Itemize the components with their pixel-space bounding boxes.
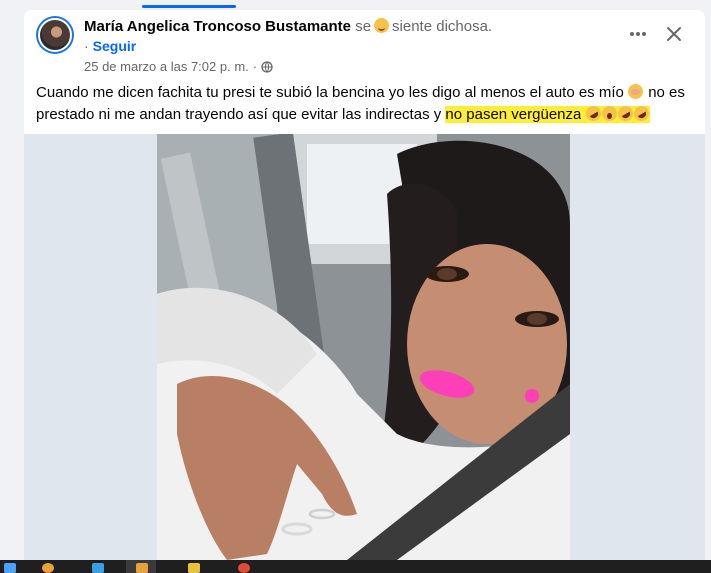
- feeling-prefix: se: [355, 18, 372, 35]
- avatar-image: [38, 18, 72, 52]
- folder-icon[interactable]: [188, 563, 200, 573]
- follow-button[interactable]: Seguir: [93, 38, 137, 54]
- follow-row: · Seguir: [84, 38, 136, 54]
- rolling-on-floor-laughing-icon: [582, 103, 604, 124]
- smiling-face-icon: [374, 18, 390, 33]
- post-text-part1: Cuando me dicen fachita tu presi te subi…: [36, 84, 624, 101]
- yawning-face-icon: [601, 106, 617, 121]
- globe-icon[interactable]: [261, 60, 273, 73]
- tab-indicator-strip: [0, 0, 711, 8]
- post-card: María Angelica Troncoso Bustamante se sie…: [24, 10, 705, 560]
- post-meta: 25 de marzo a las 7:02 p. m. ·: [84, 59, 273, 74]
- post-header: María Angelica Troncoso Bustamante se sie…: [84, 18, 492, 35]
- feeling-text: siente dichosa.: [392, 18, 493, 35]
- chrome-icon[interactable]: [42, 563, 54, 573]
- highlighted-text: no pasen vergüenza: [445, 106, 582, 123]
- windows-start-icon[interactable]: [4, 563, 16, 573]
- selfie-illustration: [157, 134, 570, 560]
- follow-dot: ·: [84, 38, 89, 54]
- highlighted-emojis: [581, 103, 652, 124]
- post-timestamp[interactable]: 25 de marzo a las 7:02 p. m.: [84, 59, 249, 74]
- taskbar: [0, 560, 711, 573]
- active-tab-indicator: [142, 5, 236, 8]
- active-app-icon[interactable]: [136, 563, 148, 573]
- more-horizontal-icon: [630, 32, 646, 36]
- post-photo[interactable]: [157, 134, 570, 560]
- red-app-icon[interactable]: [238, 563, 250, 573]
- close-icon: [667, 27, 681, 41]
- close-button[interactable]: [662, 22, 686, 46]
- app-icon[interactable]: [92, 563, 104, 573]
- rolling-on-floor-laughing-icon: [630, 103, 652, 124]
- post-photo-area: [24, 134, 705, 560]
- more-options-button[interactable]: [624, 22, 652, 46]
- rolling-on-floor-laughing-icon: [614, 103, 636, 124]
- avatar[interactable]: [36, 16, 74, 54]
- meta-separator: ·: [252, 59, 258, 74]
- post-text: Cuando me dicen fachita tu presi te subi…: [36, 82, 691, 126]
- blushing-face-icon: [628, 84, 644, 99]
- author-name[interactable]: María Angelica Troncoso Bustamante: [84, 18, 351, 35]
